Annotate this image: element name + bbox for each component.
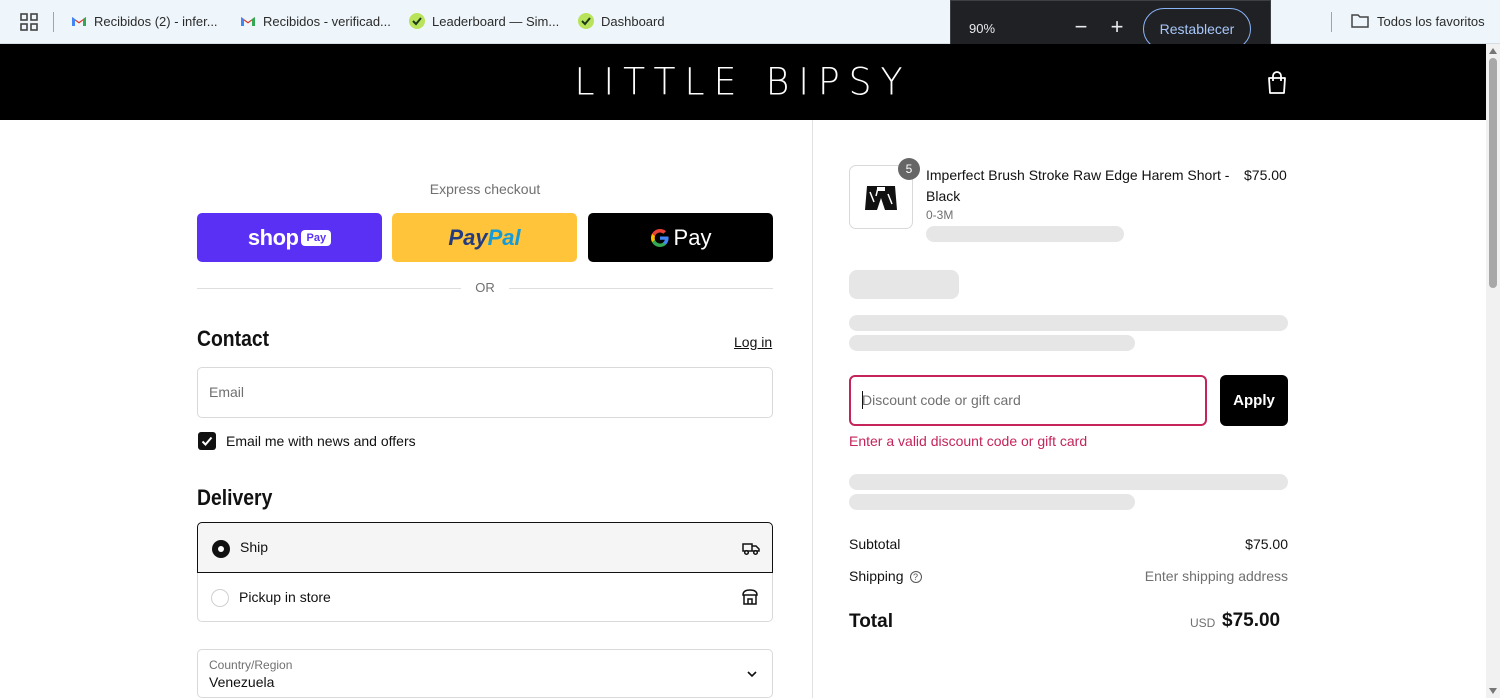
loading-skeleton — [849, 335, 1135, 351]
zoom-in-button[interactable]: + — [1106, 16, 1128, 39]
loading-skeleton — [849, 315, 1288, 331]
email-field[interactable]: Email — [197, 367, 773, 418]
subtotal-value: $75.00 — [1245, 536, 1288, 552]
bookmark-label: Dashboard — [601, 13, 665, 29]
checkmark-icon — [201, 436, 213, 446]
quantity-badge: 5 — [898, 158, 920, 180]
shipping-row: Shipping? Enter shipping address — [849, 568, 1288, 584]
product-variant: 0-3M — [926, 208, 954, 222]
email-placeholder: Email — [209, 384, 245, 400]
shop-pay-badge: Pay — [301, 229, 332, 246]
contact-heading: Contact — [197, 326, 270, 351]
google-pay-button[interactable]: Pay — [588, 213, 773, 262]
site-icon — [409, 13, 425, 29]
pickup-label: Pickup in store — [239, 589, 331, 605]
bookmark-gmail-inbox[interactable]: Recibidos (2) - infer... — [71, 13, 218, 29]
bookmark-label: Recibidos - verificad... — [263, 13, 391, 29]
bookmarks-separator — [1331, 12, 1332, 32]
bookmarks-bar: Recibidos (2) - infer... Recibidos - ver… — [0, 0, 1500, 44]
truck-icon — [742, 543, 760, 556]
country-label: Country/Region — [209, 658, 293, 672]
shop-pay-logo: shop — [247, 224, 299, 250]
chevron-down-icon — [747, 671, 757, 678]
apply-discount-button[interactable]: Apply — [1220, 375, 1288, 426]
newsletter-checkbox[interactable] — [198, 432, 216, 450]
panel-divider — [812, 120, 813, 698]
gmail-icon — [72, 17, 86, 26]
help-icon[interactable]: ? — [909, 571, 922, 584]
page-scrollbar[interactable] — [1486, 44, 1500, 698]
scroll-thumb[interactable] — [1489, 58, 1497, 288]
loading-skeleton — [849, 474, 1288, 490]
or-label: OR — [475, 280, 495, 295]
bookmark-dashboard[interactable]: Dashboard — [578, 13, 665, 29]
shipping-note: Enter shipping address — [1144, 568, 1288, 584]
country-select[interactable]: Country/Region Venezuela — [197, 649, 773, 698]
product-price: $75.00 — [1244, 167, 1287, 183]
store-icon — [742, 589, 758, 605]
pickup-radio[interactable] — [211, 589, 229, 607]
total-currency: USD — [1190, 616, 1216, 630]
paypal-logo-pal: Pal — [487, 224, 521, 250]
google-pay-label: Pay — [673, 224, 712, 250]
bookmarks-separator — [53, 12, 54, 32]
shopping-bag-icon[interactable] — [1266, 71, 1288, 95]
subtotal-row: Subtotal $75.00 — [849, 536, 1288, 552]
newsletter-label: Email me with news and offers — [226, 433, 416, 449]
loading-skeleton — [849, 494, 1135, 510]
total-value: $75.00 — [1222, 610, 1281, 631]
ship-label: Ship — [240, 539, 269, 555]
site-icon — [578, 13, 594, 29]
folder-icon — [1351, 14, 1369, 28]
apps-grid-icon[interactable] — [20, 13, 38, 31]
all-bookmarks-button[interactable]: Todos los favoritos — [1351, 13, 1485, 29]
bookmark-label: Leaderboard — Sim... — [432, 13, 560, 29]
google-g-icon — [650, 228, 669, 247]
brand-logo[interactable]: LITTLE BIPSY — [0, 61, 1486, 104]
subtotal-label: Subtotal — [849, 536, 901, 552]
shop-pay-button[interactable]: shop Pay — [197, 213, 382, 262]
all-bookmarks-label: Todos los favoritos — [1377, 13, 1485, 29]
loading-skeleton — [926, 226, 1124, 242]
total-label: Total — [849, 611, 893, 632]
express-checkout-label: Express checkout — [429, 181, 541, 197]
delivery-option-pickup[interactable]: Pickup in store — [197, 573, 773, 622]
delivery-heading: Delivery — [197, 485, 273, 510]
country-value: Venezuela — [209, 674, 275, 690]
paypal-button[interactable]: Pay Pal — [392, 213, 577, 262]
scroll-up-arrow-icon[interactable] — [1489, 48, 1497, 54]
discount-code-input[interactable]: Discount code or gift card — [849, 375, 1207, 426]
bookmark-leaderboard[interactable]: Leaderboard — Sim... — [409, 13, 559, 29]
or-line-left — [197, 288, 461, 289]
login-link[interactable]: Log in — [734, 334, 772, 350]
zoom-out-button[interactable]: − — [1070, 16, 1092, 39]
loading-skeleton — [849, 270, 959, 299]
delivery-option-ship[interactable]: Ship — [197, 522, 773, 573]
bookmark-label: Recibidos (2) - infer... — [94, 13, 218, 29]
zoom-level: 90% — [969, 21, 996, 36]
ship-radio[interactable] — [212, 540, 230, 558]
paypal-logo-pay: Pay — [448, 224, 488, 250]
product-thumbnail: 5 — [849, 158, 920, 229]
or-line-right — [509, 288, 773, 289]
discount-error-message: Enter a valid discount code or gift card — [849, 433, 1088, 449]
bookmark-gmail-verified[interactable]: Recibidos - verificad... — [240, 13, 391, 29]
discount-placeholder: Discount code or gift card — [862, 392, 1021, 408]
shipping-label: Shipping — [849, 568, 904, 584]
product-title: Imperfect Brush Stroke Raw Edge Harem Sh… — [926, 167, 1230, 204]
scroll-down-arrow-icon[interactable] — [1489, 688, 1497, 694]
shop-header: LITTLE BIPSY — [0, 44, 1486, 120]
gmail-icon — [241, 17, 255, 26]
or-divider: OR — [197, 279, 773, 297]
